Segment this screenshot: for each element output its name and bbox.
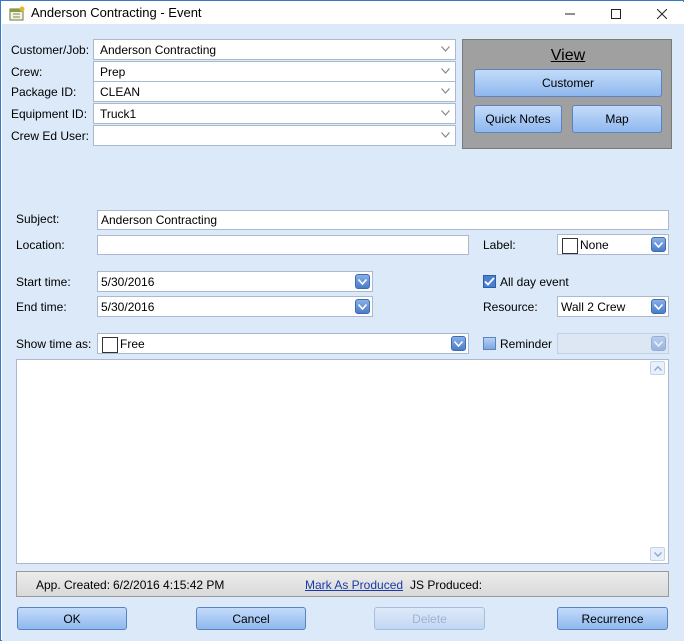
customer-button[interactable]: Customer [474, 69, 662, 97]
customer-job-combo[interactable]: Anderson Contracting [93, 39, 456, 60]
calendar-app-icon [9, 6, 25, 21]
crew-ed-user-label: Crew Ed User: [11, 129, 90, 143]
customer-job-value: Anderson Contracting [100, 43, 217, 57]
js-produced-label: JS Produced: [410, 578, 483, 592]
chevron-down-icon[interactable] [438, 106, 453, 121]
app-created-value: 6/2/2016 4:15:42 PM [113, 578, 225, 592]
reminder-combo[interactable] [557, 333, 669, 354]
end-date-picker[interactable]: 5/30/2016 [97, 296, 373, 317]
close-button[interactable] [639, 3, 684, 25]
ok-button[interactable]: OK [17, 607, 127, 630]
mark-as-produced-link[interactable]: Mark As Produced [305, 578, 403, 592]
resource-combo[interactable]: Wall 2 Crew [557, 296, 669, 317]
chevron-up-icon [653, 365, 662, 371]
maximize-button[interactable] [593, 3, 639, 25]
resource-value: Wall 2 Crew [561, 300, 626, 314]
close-icon [657, 9, 667, 19]
chevron-down-icon[interactable] [355, 274, 370, 289]
minimize-button[interactable] [547, 3, 593, 25]
chevron-down-icon[interactable] [438, 64, 453, 79]
start-date-picker[interactable]: 5/30/2016 [97, 271, 373, 292]
event-window: Anderson Contracting - Event Customer/Jo… [0, 0, 684, 641]
notes-textarea[interactable] [16, 359, 669, 564]
equipment-id-combo[interactable]: Truck1 [93, 103, 456, 124]
view-title: View [550, 47, 586, 64]
chevron-down-icon[interactable] [651, 299, 666, 314]
status-color-swatch [102, 337, 118, 353]
show-time-as-combo[interactable]: Free [97, 333, 469, 354]
location-label: Location: [16, 238, 65, 252]
label-color-swatch [562, 238, 578, 254]
equipment-id-label: Equipment ID: [11, 107, 88, 121]
package-id-label: Package ID: [11, 85, 77, 99]
notes-scrollbar[interactable] [649, 360, 668, 563]
all-day-checkbox[interactable] [483, 275, 496, 288]
title-bar: Anderson Contracting - Event [2, 2, 684, 24]
quick-notes-button[interactable]: Quick Notes [474, 105, 562, 133]
window-title: Anderson Contracting - Event [31, 5, 202, 20]
location-input[interactable] [97, 235, 469, 255]
customer-job-label: Customer/Job: [11, 43, 90, 57]
scroll-down-button[interactable] [650, 547, 665, 561]
resource-label: Resource: [483, 300, 538, 314]
start-date-value: 5/30/2016 [101, 275, 155, 289]
crew-combo[interactable]: Prep [93, 61, 456, 82]
end-date-value: 5/30/2016 [101, 300, 155, 314]
scroll-up-button[interactable] [650, 361, 665, 375]
chevron-down-icon[interactable] [651, 336, 666, 351]
start-time-label: Start time: [16, 275, 71, 289]
checkmark-icon [484, 277, 495, 286]
chevron-down-icon[interactable] [438, 42, 453, 57]
minimize-icon [565, 13, 575, 15]
delete-button[interactable]: Delete [374, 607, 485, 630]
reminder-label: Reminder [500, 337, 553, 351]
label-combo[interactable]: None [557, 234, 669, 255]
subject-input[interactable]: Anderson Contracting [97, 210, 669, 230]
package-id-combo[interactable]: CLEAN [93, 81, 456, 102]
subject-value: Anderson Contracting [101, 213, 218, 227]
chevron-down-icon [653, 551, 662, 557]
crew-value: Prep [100, 65, 126, 79]
recurrence-button[interactable]: Recurrence [557, 607, 668, 630]
chevron-down-icon[interactable] [355, 299, 370, 314]
chevron-down-icon[interactable] [438, 128, 453, 143]
reminder-checkbox[interactable] [483, 337, 496, 350]
label-label: Label: [483, 238, 516, 252]
view-panel: View Customer Quick Notes Map [462, 39, 672, 149]
app-created-label: App. Created: [36, 578, 111, 592]
subject-label: Subject: [16, 212, 60, 226]
chevron-down-icon[interactable] [438, 84, 453, 99]
chevron-down-icon[interactable] [451, 336, 466, 351]
package-id-value: CLEAN [100, 85, 141, 99]
equipment-id-value: Truck1 [100, 107, 137, 121]
all-day-label: All day event [500, 275, 569, 289]
maximize-icon [611, 9, 621, 19]
map-button[interactable]: Map [572, 105, 662, 133]
show-time-as-label: Show time as: [16, 337, 92, 351]
crew-label: Crew: [11, 65, 43, 79]
label-value: None [580, 238, 609, 252]
cancel-button[interactable]: Cancel [196, 607, 306, 630]
status-bar: App. Created: 6/2/2016 4:15:42 PM Mark A… [16, 571, 669, 597]
chevron-down-icon[interactable] [651, 237, 666, 252]
crew-ed-user-combo[interactable] [93, 125, 456, 146]
end-time-label: End time: [16, 300, 67, 314]
show-time-as-value: Free [120, 337, 145, 351]
